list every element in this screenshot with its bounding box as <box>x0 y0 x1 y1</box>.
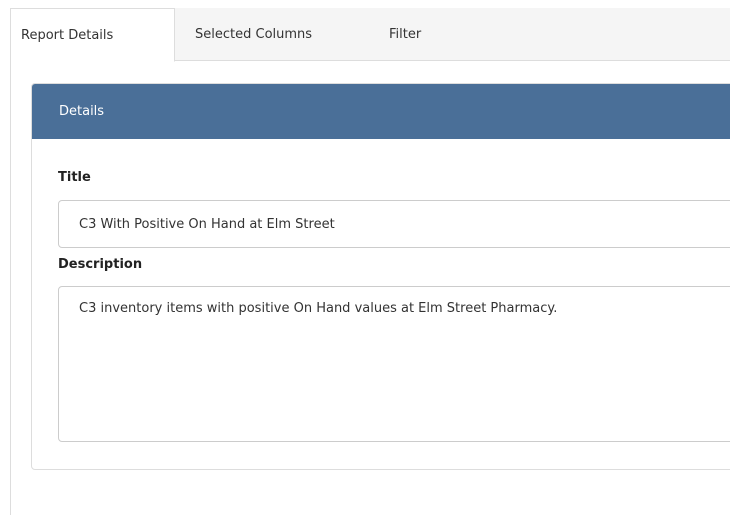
tab-selected-columns[interactable]: Selected Columns <box>195 8 312 61</box>
tab-label: Report Details <box>21 28 114 43</box>
tab-label: Filter <box>389 27 422 42</box>
tab-content-report-details: Details Title C3 With Positive On Hand a… <box>10 61 730 515</box>
description-field[interactable]: C3 inventory items with positive On Hand… <box>58 286 730 442</box>
tab-bar: Report Details Selected Columns Filter <box>10 8 730 62</box>
description-label: Description <box>58 257 143 272</box>
title-label: Title <box>58 170 91 185</box>
tab-report-details[interactable]: Report Details <box>10 8 175 62</box>
tab-label: Selected Columns <box>195 27 313 42</box>
title-field[interactable]: C3 With Positive On Hand at Elm Street <box>58 200 730 248</box>
details-panel: Details Title C3 With Positive On Hand a… <box>31 83 730 470</box>
panel-heading: Details <box>32 84 730 139</box>
tab-filter[interactable]: Filter <box>389 8 421 61</box>
